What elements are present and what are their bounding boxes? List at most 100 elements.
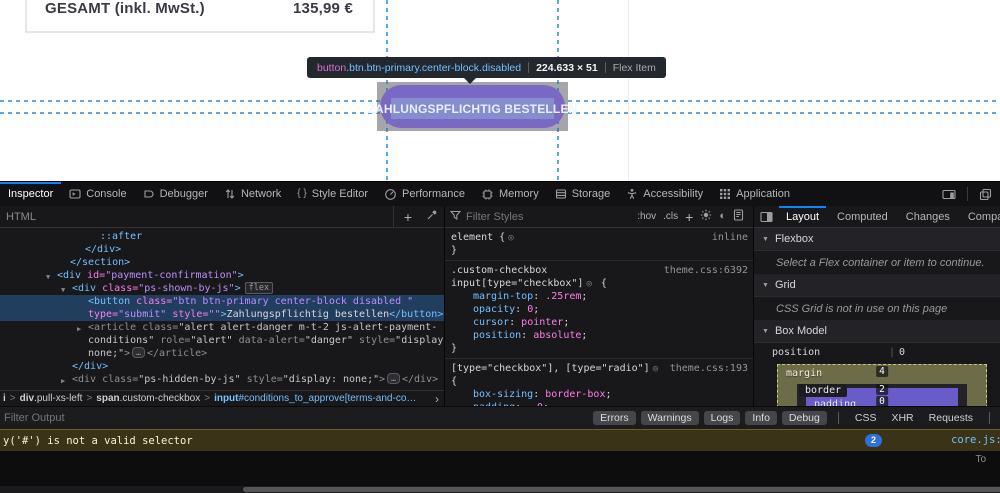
css-rule-line[interactable]: input[type="checkbox"]◎ { xyxy=(451,277,753,290)
order-submit-button[interactable]: ZAHLUNGSPFLICHTIG BESTELLEN xyxy=(380,85,565,128)
inspector-node-highlight: ZAHLUNGSPFLICHTIG BESTELLEN xyxy=(377,82,568,131)
css-rule-line[interactable]: } xyxy=(451,244,753,257)
tab-compatibility[interactable]: Compat xyxy=(959,206,1000,227)
markup-line[interactable]: </div> xyxy=(0,243,444,256)
horizontal-scrollbar-thumb[interactable] xyxy=(243,487,1000,492)
ellipsis-badge[interactable]: … xyxy=(132,347,145,358)
css-rule-line[interactable]: opacity: 0; xyxy=(451,303,753,316)
box-model-border-region[interactable]: border 2 padding 0 xyxy=(797,384,967,406)
tab-accessibility[interactable]: Accessibility xyxy=(618,182,711,206)
tab-debugger[interactable]: Debugger xyxy=(135,182,216,206)
light-theme-icon[interactable] xyxy=(700,209,712,224)
eyedropper-icon[interactable] xyxy=(420,209,444,224)
add-node-button[interactable]: + xyxy=(398,210,418,224)
breadcrumb-separator: > xyxy=(86,393,92,404)
sidebar-toggle-icon[interactable] xyxy=(756,211,777,223)
tab-console[interactable]: Console xyxy=(61,182,134,206)
markup-line[interactable]: ▼<div class="ps-shown-by-js">flex xyxy=(0,282,444,295)
print-media-icon[interactable] xyxy=(733,209,748,224)
filter-button-debug[interactable]: Debug xyxy=(782,411,827,425)
markup-line[interactable]: ▶<div class="ps-hidden-by-js" style="dis… xyxy=(0,373,444,386)
filter-styles-input[interactable]: Filter Styles xyxy=(466,211,523,223)
tab-storage[interactable]: Storage xyxy=(547,182,619,206)
css-rule-line[interactable]: cursor: pointer; xyxy=(451,316,753,329)
grid-message: CSS Grid is not in use on this page xyxy=(754,297,1000,320)
devtools-window: Inspector Console Debugger Network { } S… xyxy=(0,181,1000,492)
css-rule-line[interactable]: margin-top: .25rem; xyxy=(451,290,753,303)
order-total-value: 135,99 € xyxy=(293,0,353,31)
css-rule-line[interactable]: { xyxy=(451,375,753,388)
box-model-margin-region[interactable]: margin 4 border 2 padding 0 xyxy=(777,364,987,406)
separate-window-button[interactable] xyxy=(975,188,996,201)
filter-category-xhr[interactable]: XHR xyxy=(886,412,918,424)
box-model-position-row: position | 0 xyxy=(754,343,1000,362)
markup-line[interactable]: conditions" role="alert" data-alert="dan… xyxy=(0,334,444,347)
tab-style-editor[interactable]: { } Style Editor xyxy=(289,182,376,206)
tab-layout[interactable]: Layout xyxy=(777,206,828,227)
web-page-viewport: GESAMT (inkl. MwSt.) 135,99 € ZAHLUNGSPF… xyxy=(0,0,1000,181)
css-rule-line[interactable]: position: absolute; xyxy=(451,329,753,342)
filter-button-warnings[interactable]: Warnings xyxy=(641,411,699,425)
filter-output-input[interactable]: Filter Output xyxy=(4,412,65,424)
console-output-area[interactable]: To xyxy=(0,451,1000,486)
flex-badge[interactable]: flex xyxy=(245,282,273,294)
css-rule-line[interactable]: box-sizing: border-box; xyxy=(451,388,753,401)
selector-highlighter-icon[interactable]: ◎ xyxy=(508,233,513,243)
markup-line[interactable]: type="submit" style="">Zahlungspflichtig… xyxy=(0,308,444,321)
breadcrumb-item[interactable]: i xyxy=(3,393,6,404)
filter-category-requests[interactable]: Requests xyxy=(924,412,978,424)
class-toggle[interactable]: .cls xyxy=(663,211,678,222)
stylesheet-source-link[interactable]: theme.css:193 xyxy=(670,362,748,375)
markup-line[interactable]: none;">…</article> xyxy=(0,347,444,360)
filter-button-info[interactable]: Info xyxy=(745,411,777,425)
padding-top-value[interactable]: 0 xyxy=(876,396,888,406)
rules-body: element {◎inline}.custom-checkboxtheme.c… xyxy=(445,228,753,406)
filter-category-css[interactable]: CSS xyxy=(850,412,882,424)
tab-performance[interactable]: Performance xyxy=(376,182,473,206)
infobar-dimensions: 224.633 × 51 xyxy=(536,62,598,74)
add-rule-button[interactable]: + xyxy=(685,210,693,224)
markup-line[interactable]: ▼<div id="payment-confirmation"> xyxy=(0,269,444,282)
selector-highlighter-icon[interactable]: ◎ xyxy=(653,364,658,374)
breadcrumb-item[interactable]: span.custom-checkbox xyxy=(96,393,200,404)
pseudo-class-toggle[interactable]: :hov xyxy=(637,211,656,222)
css-rule-line[interactable]: } xyxy=(451,342,753,355)
flexbox-section-header[interactable]: ▼ Flexbox xyxy=(754,228,1000,251)
css-rule-line[interactable]: element {◎inline xyxy=(451,231,753,244)
markup-line[interactable]: ▶<article class="alert alert-danger m-t-… xyxy=(0,321,444,334)
contrast-icon[interactable]: ◐ xyxy=(719,211,726,222)
selector-highlighter-icon[interactable]: ◎ xyxy=(586,279,591,289)
markup-line[interactable]: </div> xyxy=(0,360,444,373)
grid-section-header[interactable]: ▼ Grid xyxy=(754,274,1000,297)
css-rule: [type="checkbox"], [type="radio"]◎theme.… xyxy=(445,359,753,406)
boxmodel-section-header[interactable]: ▼ Box Model xyxy=(754,320,1000,343)
css-rule-line[interactable]: padding: ▸ 0; xyxy=(451,401,753,406)
expand-twisty-icon[interactable]: ▶ xyxy=(61,375,65,388)
tab-network[interactable]: Network xyxy=(216,182,289,206)
breadcrumb-scroll-right-icon[interactable]: › xyxy=(433,392,441,406)
breadcrumb-separator: > xyxy=(204,393,210,404)
markup-line[interactable]: <button class="btn btn-primary center-bl… xyxy=(0,295,444,308)
filter-button-logs[interactable]: Logs xyxy=(704,411,741,425)
markup-line[interactable]: </section> xyxy=(0,256,444,269)
margin-top-value[interactable]: 4 xyxy=(876,366,888,377)
css-rule-line[interactable]: [type="checkbox"], [type="radio"]◎theme.… xyxy=(451,362,753,375)
border-top-value[interactable]: 2 xyxy=(876,384,888,395)
stylesheet-source-link[interactable]: inline xyxy=(712,231,748,244)
tab-computed[interactable]: Computed xyxy=(828,206,897,227)
markup-line[interactable]: ::after xyxy=(0,230,444,243)
warning-source-link[interactable]: core.js:2 xyxy=(951,434,1000,446)
filter-button-errors[interactable]: Errors xyxy=(593,411,636,425)
search-html-input[interactable]: HTML xyxy=(0,211,36,223)
stylesheet-source-link[interactable]: theme.css:6392 xyxy=(664,264,748,277)
tab-application[interactable]: Application xyxy=(711,182,798,206)
chevron-down-icon: ▼ xyxy=(762,282,769,289)
responsive-mode-button[interactable] xyxy=(938,188,960,201)
tab-memory[interactable]: Memory xyxy=(473,182,547,206)
css-rule-line[interactable]: .custom-checkboxtheme.css:6392 xyxy=(451,264,753,277)
breadcrumb-item[interactable]: input#conditions_to_approve[terms-and-co… xyxy=(214,393,416,404)
tab-changes[interactable]: Changes xyxy=(897,206,959,227)
ellipsis-badge[interactable]: … xyxy=(387,373,400,384)
breadcrumb-item[interactable]: div.pull-xs-left xyxy=(20,393,83,404)
tab-inspector[interactable]: Inspector xyxy=(0,182,61,206)
